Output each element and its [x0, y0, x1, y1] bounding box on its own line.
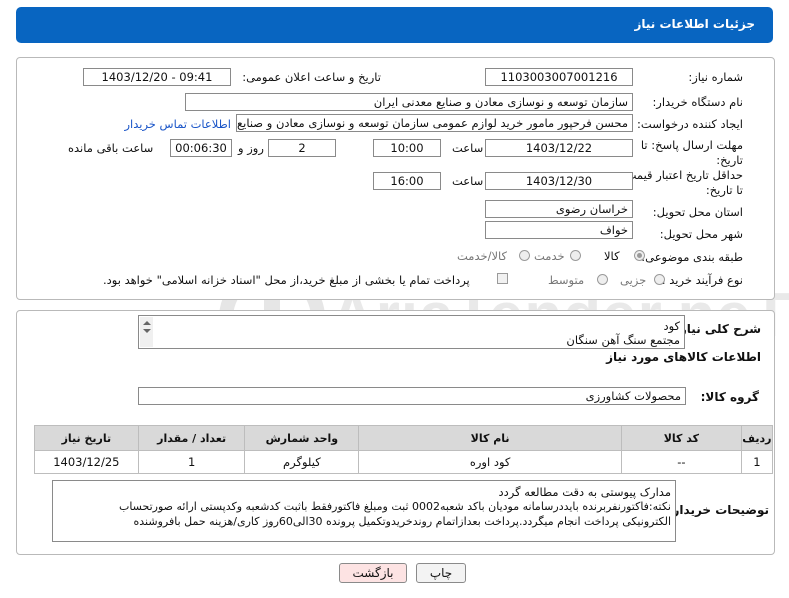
goods-table-header: ردیف کد کالا نام کالا واحد شمارش تعداد /…: [34, 425, 774, 451]
category-both-radio[interactable]: [519, 250, 530, 261]
category-service-label: خدمت: [534, 249, 565, 263]
buyer-contact-link[interactable]: اطلاعات تماس خریدار: [124, 117, 231, 131]
need-number-label: شماره نیاز:: [688, 70, 743, 84]
process-label: نوع فرآیند خرید :: [661, 273, 743, 287]
scroll-up-icon[interactable]: [143, 321, 151, 325]
cell-code: --: [621, 450, 742, 474]
category-goods-radio[interactable]: [634, 250, 645, 261]
deadline-label-text: مهلت ارسال پاسخ: تا تاریخ:: [640, 138, 743, 167]
creator-field: محسن فرحپور مامور خرید لوازم عمومی سازما…: [236, 114, 633, 132]
deadline-time-field: 10:00: [373, 139, 441, 157]
validity-label-text: حداقل تاریخ اعتبار قیمت: تا تاریخ:: [621, 168, 743, 197]
buyer-notes-line-1: مدارک پیوستی به دقت مطالعه گردد: [498, 485, 671, 499]
summary-line-1: کود: [663, 319, 680, 333]
summary-line-2: مجتمع سنگ آهن سنگان: [566, 333, 680, 347]
category-goods-label: کالا: [604, 249, 620, 263]
table-row: 1 -- کود اوره کیلوگرم 1 1403/12/25: [34, 450, 774, 474]
city-label: شهر محل تحویل:: [659, 227, 743, 241]
cell-date: 1403/12/25: [34, 450, 139, 474]
back-button[interactable]: بازگشت: [339, 563, 407, 583]
days-field: 2: [268, 139, 336, 157]
process-minor-label: جزیی: [620, 273, 647, 287]
summary-label: شرح کلی نیاز:: [675, 322, 761, 336]
province-label: استان محل تحویل:: [652, 205, 743, 219]
buyer-notes-line-3: الکترونیکی پرداخت انجام میگردد.پرداخت بع…: [133, 515, 671, 528]
process-medium-radio[interactable]: [597, 274, 608, 285]
col-qty: تعداد / مقدار: [137, 425, 246, 451]
treasury-payment-checkbox[interactable]: [497, 273, 508, 284]
col-unit: واحد شمارش: [244, 425, 360, 451]
summary-scrollbar[interactable]: [140, 317, 153, 347]
print-button[interactable]: چاپ: [416, 563, 466, 583]
deadline-label: مهلت ارسال پاسخ: تا تاریخ:: [623, 138, 743, 168]
need-number-field: 1103003007001216: [485, 68, 633, 86]
announce-field: 1403/12/20 - 09:41: [83, 68, 231, 86]
validity-time-field: 16:00: [373, 172, 441, 190]
buyer-notes-box: مدارک پیوستی به دقت مطالعه گردد نکته:فاک…: [52, 480, 676, 542]
deadline-date-field: 1403/12/22: [485, 139, 633, 157]
cell-unit: کیلوگرم: [244, 450, 360, 474]
goods-section-title: اطلاعات کالاهای مورد نیاز: [606, 350, 761, 364]
treasury-payment-note: پرداخت تمام یا بخشی از مبلغ خرید،از محل …: [103, 273, 470, 287]
buyer-notes-line-2: نکته:فاکتورنفربرنده بایددرسامانه مودیان …: [118, 500, 671, 513]
col-code: کد کالا: [621, 425, 742, 451]
cell-name: کود اوره: [358, 450, 622, 474]
province-field: خراسان رضوی: [485, 200, 633, 218]
buyer-org-field: سازمان توسعه و نوسازی معادن و صنایع معدن…: [185, 93, 633, 111]
col-row: ردیف: [740, 425, 774, 451]
cell-row: 1: [740, 450, 774, 474]
summary-textarea[interactable]: کود مجتمع سنگ آهن سنگان: [138, 315, 685, 349]
page-header: جزئیات اطلاعات نیاز: [16, 7, 773, 43]
days-label: روز و: [238, 141, 264, 155]
buyer-notes-label: توضیحات خریدار:: [667, 503, 769, 517]
goods-table: ردیف کد کالا نام کالا واحد شمارش تعداد /…: [34, 425, 774, 474]
remaining-label: ساعت باقی مانده: [68, 141, 154, 155]
validity-time-label: ساعت: [452, 174, 484, 188]
buyer-org-label: نام دستگاه خریدار:: [652, 95, 743, 109]
col-name: نام کالا: [358, 425, 622, 451]
deadline-time-label: ساعت: [452, 141, 484, 155]
category-service-radio[interactable]: [570, 250, 581, 261]
remaining-time-field: 00:06:30: [170, 139, 232, 157]
city-field: خواف: [485, 221, 633, 239]
category-both-label: کالا/خدمت: [457, 249, 508, 263]
scroll-down-icon[interactable]: [143, 329, 151, 333]
category-label: طبقه بندی موضوعی:: [641, 250, 743, 264]
goods-group-field: محصولات کشاورزی: [138, 387, 686, 405]
col-date: تاریخ نیاز: [34, 425, 139, 451]
validity-date-field: 1403/12/30: [485, 172, 633, 190]
creator-label: ایجاد کننده درخواست:: [637, 117, 743, 131]
announce-label: تاریخ و ساعت اعلان عمومی:: [242, 70, 381, 84]
cell-qty: 1: [137, 450, 246, 474]
process-medium-label: متوسط: [548, 273, 585, 287]
process-minor-radio[interactable]: [654, 274, 665, 285]
page-title: جزئیات اطلاعات نیاز: [634, 17, 755, 31]
goods-group-label: گروه کالا:: [700, 390, 759, 404]
validity-label: حداقل تاریخ اعتبار قیمت: تا تاریخ:: [618, 168, 743, 198]
